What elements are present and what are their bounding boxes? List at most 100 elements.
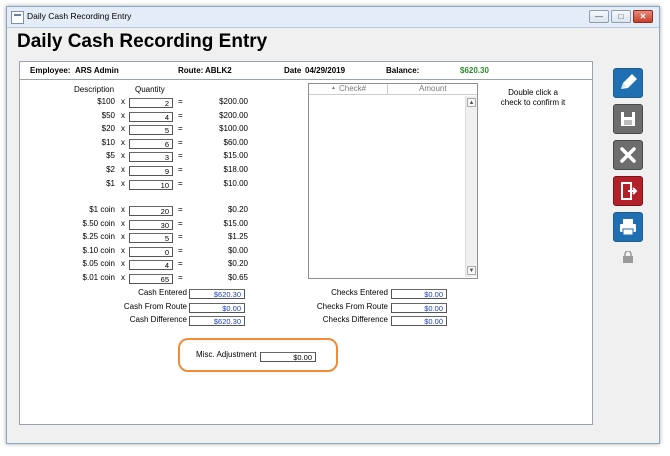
checks-hint-1: Double click a bbox=[508, 88, 558, 97]
cash-total-label: Cash Difference bbox=[129, 315, 187, 324]
checks-list[interactable]: ▲ Check# Amount ▲ ▼ bbox=[308, 83, 478, 279]
scroll-up-icon[interactable]: ▲ bbox=[467, 98, 476, 107]
app-icon bbox=[11, 11, 24, 24]
balance-value: $620.30 bbox=[460, 66, 489, 75]
window-title: Daily Cash Recording Entry bbox=[27, 11, 132, 21]
denomination-label: $10 bbox=[101, 137, 115, 147]
cash-total-label: Cash From Route bbox=[123, 301, 187, 311]
cancel-icon bbox=[620, 147, 636, 163]
equals-sign: = bbox=[178, 137, 183, 147]
equals-sign: = bbox=[178, 218, 183, 228]
times-sign: x bbox=[121, 97, 125, 106]
amount-value: $1.25 bbox=[227, 232, 248, 242]
col-check-number[interactable]: Check# bbox=[339, 84, 366, 93]
checks-header: ▲ Check# Amount bbox=[309, 84, 477, 95]
check-total-label: Checks Entered bbox=[331, 288, 388, 297]
quantity-input[interactable]: 20 bbox=[129, 206, 173, 216]
sort-arrow-icon: ▲ bbox=[331, 85, 336, 91]
checks-scrollbar[interactable]: ▲ ▼ bbox=[465, 96, 477, 277]
times-sign: x bbox=[121, 151, 125, 161]
amount-value: $0.20 bbox=[227, 205, 248, 214]
cash-total-value: $0.00 bbox=[189, 302, 245, 313]
amount-value: $200.00 bbox=[219, 97, 248, 106]
route-label: Route: bbox=[178, 66, 204, 75]
date-value: 04/29/2019 bbox=[305, 66, 346, 75]
quantity-input[interactable]: 3 bbox=[129, 152, 173, 163]
amount-value: $10.00 bbox=[223, 178, 248, 188]
cash-total-value: $620.30 bbox=[189, 316, 245, 326]
equals-sign: = bbox=[178, 110, 183, 120]
denomination-label: $.10 coin bbox=[82, 245, 115, 255]
check-total-label: Checks Difference bbox=[322, 315, 388, 324]
misc-adjustment-label: Misc. Adjustment bbox=[196, 350, 257, 359]
times-sign: x bbox=[121, 124, 125, 134]
equals-sign: = bbox=[178, 178, 183, 188]
denomination-label: $2 bbox=[106, 165, 115, 174]
denomination-label: $.50 coin bbox=[82, 218, 115, 228]
times-sign: x bbox=[121, 259, 125, 269]
amount-value: $60.00 bbox=[223, 137, 248, 147]
edit-button[interactable] bbox=[613, 68, 643, 98]
denomination-label: $.25 coin bbox=[82, 232, 115, 242]
equals-sign: = bbox=[178, 151, 183, 161]
equals-sign: = bbox=[178, 273, 183, 282]
route-value: ABLK2 bbox=[205, 66, 232, 75]
print-button[interactable] bbox=[613, 212, 643, 242]
minimize-button[interactable]: — bbox=[589, 10, 609, 23]
check-total-value: $0.00 bbox=[391, 316, 447, 326]
denomination-label: $.05 coin bbox=[82, 259, 115, 269]
amount-value: $0.20 bbox=[227, 259, 248, 269]
quantity-input[interactable]: 9 bbox=[129, 166, 173, 176]
denomination-label: $1 coin bbox=[89, 205, 115, 214]
misc-adjustment-input[interactable]: $0.00 bbox=[260, 352, 316, 362]
amount-value: $100.00 bbox=[219, 124, 248, 134]
quantity-input[interactable]: 6 bbox=[129, 138, 173, 149]
save-icon bbox=[621, 112, 635, 126]
balance-label: Balance: bbox=[386, 66, 420, 75]
times-sign: x bbox=[121, 165, 125, 174]
quantity-input[interactable]: 5 bbox=[129, 125, 173, 136]
quantity-input[interactable]: 0 bbox=[129, 246, 173, 257]
times-sign: x bbox=[121, 218, 125, 228]
title-bar: Daily Cash Recording Entry — □ ✕ bbox=[7, 7, 659, 28]
close-button[interactable]: ✕ bbox=[633, 10, 653, 23]
equals-sign: = bbox=[178, 124, 183, 134]
times-sign: x bbox=[121, 232, 125, 242]
quantity-input[interactable]: 30 bbox=[129, 219, 173, 230]
col-amount[interactable]: Amount bbox=[419, 84, 447, 93]
maximize-button[interactable]: □ bbox=[611, 10, 631, 23]
exit-icon bbox=[621, 182, 638, 200]
amount-value: $15.00 bbox=[223, 151, 248, 161]
times-sign: x bbox=[121, 273, 125, 282]
equals-sign: = bbox=[178, 165, 183, 174]
amount-value: $200.00 bbox=[219, 110, 248, 120]
cash-total-value: $620.30 bbox=[189, 289, 245, 299]
entry-panel: Employee: ARS Admin Route: ABLK2 Date 04… bbox=[19, 61, 593, 425]
quantity-input[interactable]: 4 bbox=[129, 260, 173, 271]
denomination-label: $50 bbox=[101, 110, 115, 120]
print-icon bbox=[620, 219, 636, 236]
amount-value: $15.00 bbox=[223, 218, 248, 228]
quantity-input[interactable]: 4 bbox=[129, 111, 173, 122]
save-button[interactable] bbox=[613, 104, 643, 134]
denomination-label: $20 bbox=[101, 124, 115, 134]
exit-button[interactable] bbox=[613, 176, 643, 206]
times-sign: x bbox=[121, 137, 125, 147]
scroll-down-icon[interactable]: ▼ bbox=[467, 266, 476, 275]
quantity-input[interactable]: 2 bbox=[129, 98, 173, 108]
times-sign: x bbox=[121, 205, 125, 214]
equals-sign: = bbox=[178, 259, 183, 269]
quantity-input[interactable]: 65 bbox=[129, 274, 173, 284]
denomination-label: $.01 coin bbox=[82, 273, 115, 282]
check-total-value: $0.00 bbox=[391, 289, 447, 299]
cancel-button[interactable] bbox=[613, 140, 643, 170]
checks-hint-2: check to confirm it bbox=[500, 98, 566, 107]
divider bbox=[20, 79, 592, 80]
quantity-input[interactable]: 10 bbox=[129, 179, 173, 190]
equals-sign: = bbox=[178, 97, 183, 106]
equals-sign: = bbox=[178, 205, 183, 214]
app-window: Daily Cash Recording Entry — □ ✕ Daily C… bbox=[6, 6, 660, 444]
check-total-value: $0.00 bbox=[391, 302, 447, 313]
quantity-input[interactable]: 5 bbox=[129, 233, 173, 244]
employee-value: ARS Admin bbox=[75, 66, 119, 75]
